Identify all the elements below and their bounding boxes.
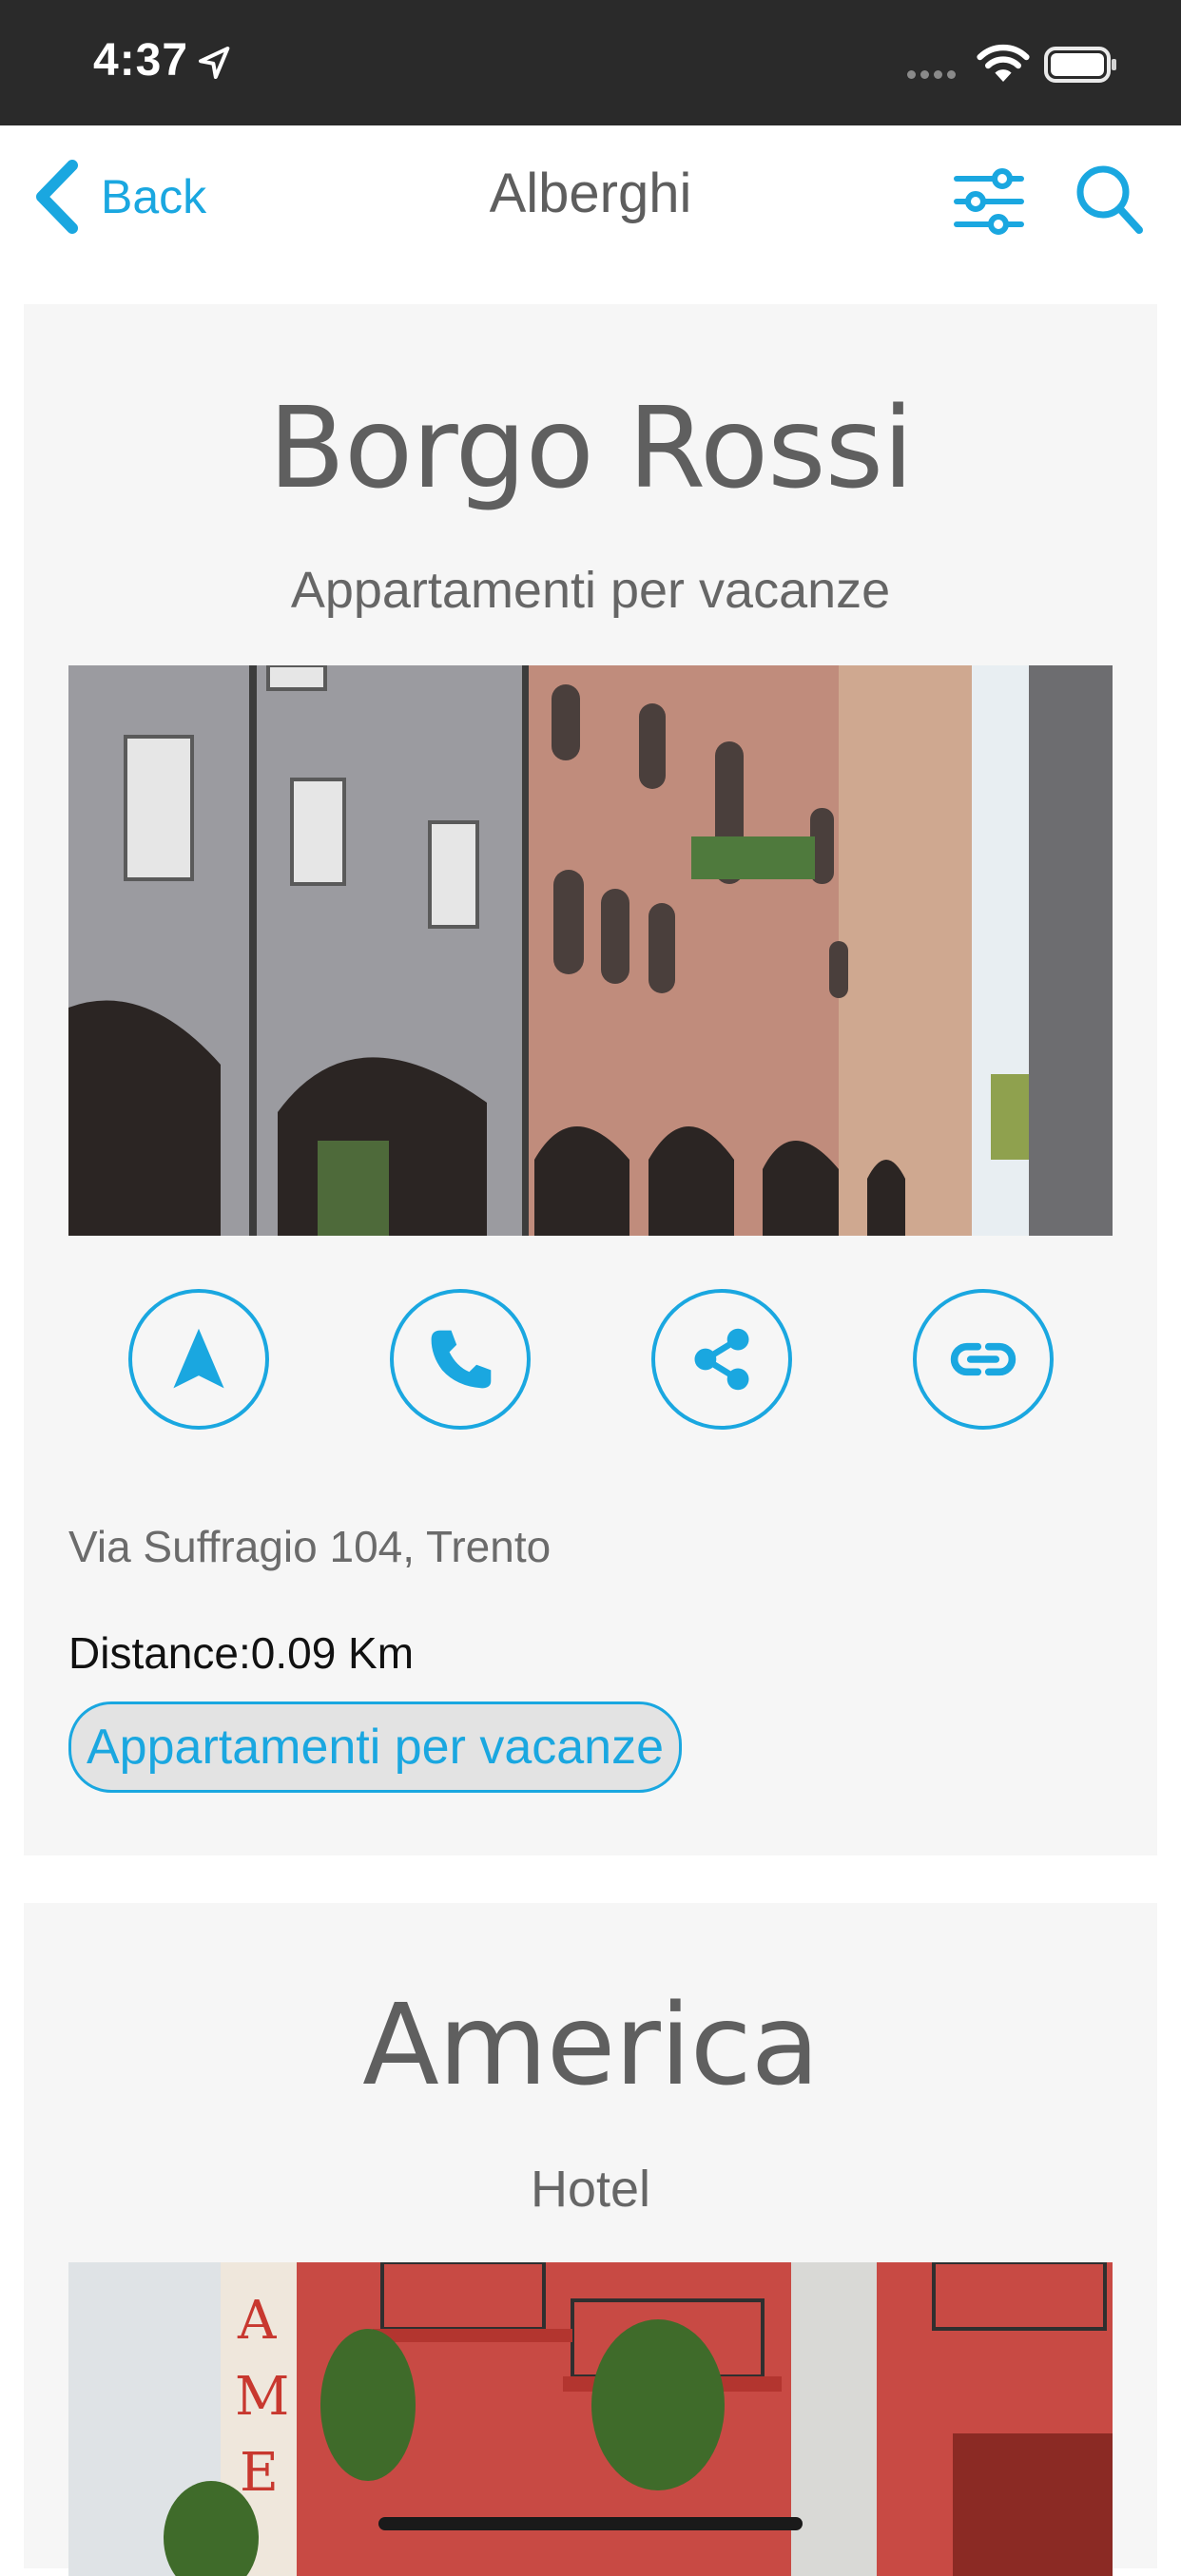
sliders-icon[interactable] — [953, 163, 1025, 240]
cellular-signal-icon — [907, 67, 960, 84]
status-time: 4:37 — [93, 35, 189, 86]
listing-distance: Distance:0.09 Km — [68, 1628, 415, 1678]
listing-card[interactable]: Borgo Rossi Appartamenti per vacanze Via… — [24, 304, 1157, 1855]
sign-letter: M — [235, 2366, 289, 2428]
link-icon — [950, 1342, 1016, 1376]
navigate-button[interactable] — [128, 1289, 269, 1430]
location-arrow-icon — [199, 47, 230, 79]
status-bar: 4:37 — [0, 0, 1181, 125]
share-button[interactable] — [651, 1289, 792, 1430]
listing-photo[interactable] — [68, 665, 1113, 1236]
sign-letter: E — [240, 2442, 279, 2504]
phone-icon — [431, 1330, 492, 1389]
website-link-button[interactable] — [913, 1289, 1054, 1430]
category-tag-button[interactable]: Appartamenti per vacanze — [68, 1701, 683, 1793]
navigate-icon — [173, 1328, 224, 1389]
navigation-bar: Back Alberghi — [0, 125, 1181, 295]
wifi-icon — [977, 44, 1030, 82]
share-icon — [694, 1328, 749, 1391]
listing-name: America — [362, 1979, 820, 2110]
listing-type: Appartamenti per vacanze — [290, 562, 891, 619]
listing-card[interactable]: America Hotel A M E — [24, 1903, 1157, 2576]
action-bar — [24, 1289, 1157, 1437]
listing-address: Via Suffragio 104, Trento — [68, 1522, 552, 1571]
listing-name: Borgo Rossi — [268, 382, 914, 513]
search-icon[interactable] — [1073, 162, 1145, 238]
sign-letter: A — [237, 2290, 277, 2352]
home-indicator[interactable] — [378, 2517, 803, 2530]
battery-icon — [1044, 47, 1116, 83]
call-button[interactable] — [390, 1289, 531, 1430]
listing-type: Hotel — [530, 2161, 651, 2218]
